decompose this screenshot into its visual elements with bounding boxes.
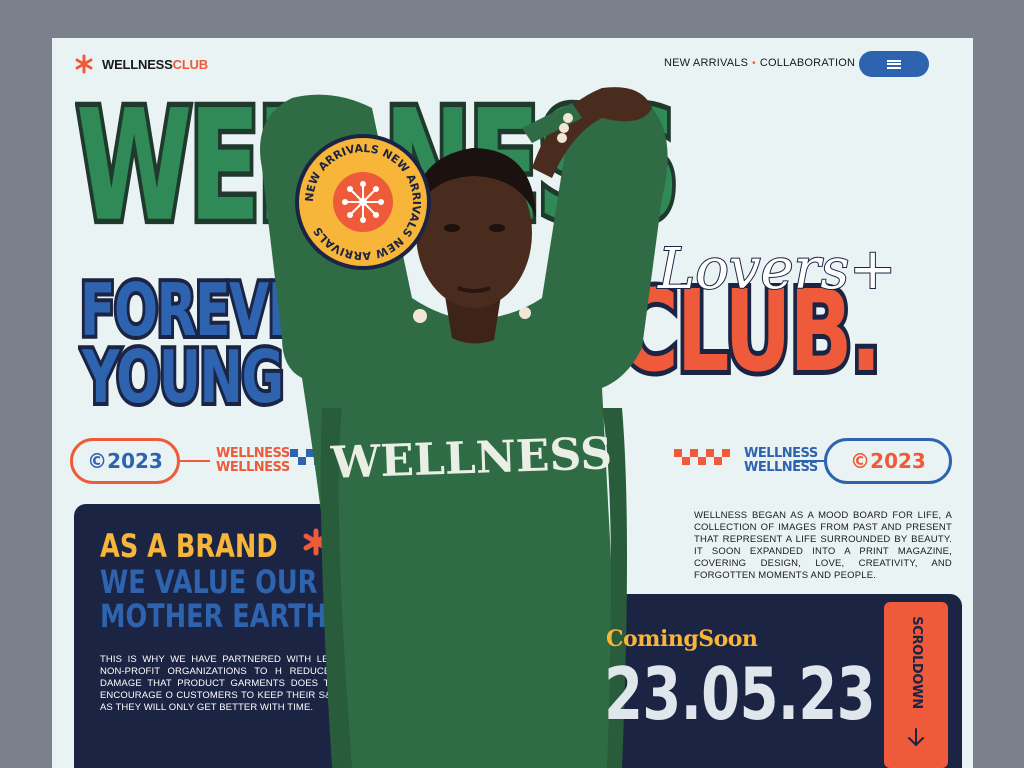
- shirt-print: WELLNESS: [329, 428, 613, 489]
- svg-text:Lovers+: Lovers+: [657, 237, 896, 302]
- launch-date: 23.05.23: [604, 652, 876, 736]
- year-pill-left: ©2023: [70, 438, 180, 484]
- nav-separator: •: [752, 57, 756, 69]
- logo[interactable]: WELLNESSCLUB: [74, 54, 208, 74]
- menu-button[interactable]: [859, 51, 929, 77]
- asterisk-icon: [75, 54, 93, 74]
- about-text: WELLNESS BEGAN AS A MOOD BOARD FOR LIFE,…: [694, 510, 952, 581]
- hamburger-icon: [887, 59, 901, 69]
- arrow-down-icon[interactable]: [905, 726, 927, 748]
- landing-page: WELLNESSCLUB NEW ARRIVALS • COLLABORATIO…: [52, 38, 973, 768]
- graffiti-tag: Lovers+: [656, 236, 897, 303]
- coming-soon-title: ComingSoon: [606, 626, 758, 652]
- year-pill-right: ©2023: [824, 438, 952, 484]
- scroll-down-label[interactable]: SCROLDOWN: [884, 602, 948, 722]
- logo-text: WELLNESSCLUB: [102, 56, 208, 72]
- divider-line: [180, 460, 210, 462]
- nav-collaboration[interactable]: COLLABORATION: [760, 57, 855, 69]
- tag-right: WELLNESS WELLNESS: [744, 446, 818, 475]
- new-arrivals-badge[interactable]: NEW ARRIVALS NEW ARRIVALS NEW ARRIVALS: [295, 134, 431, 270]
